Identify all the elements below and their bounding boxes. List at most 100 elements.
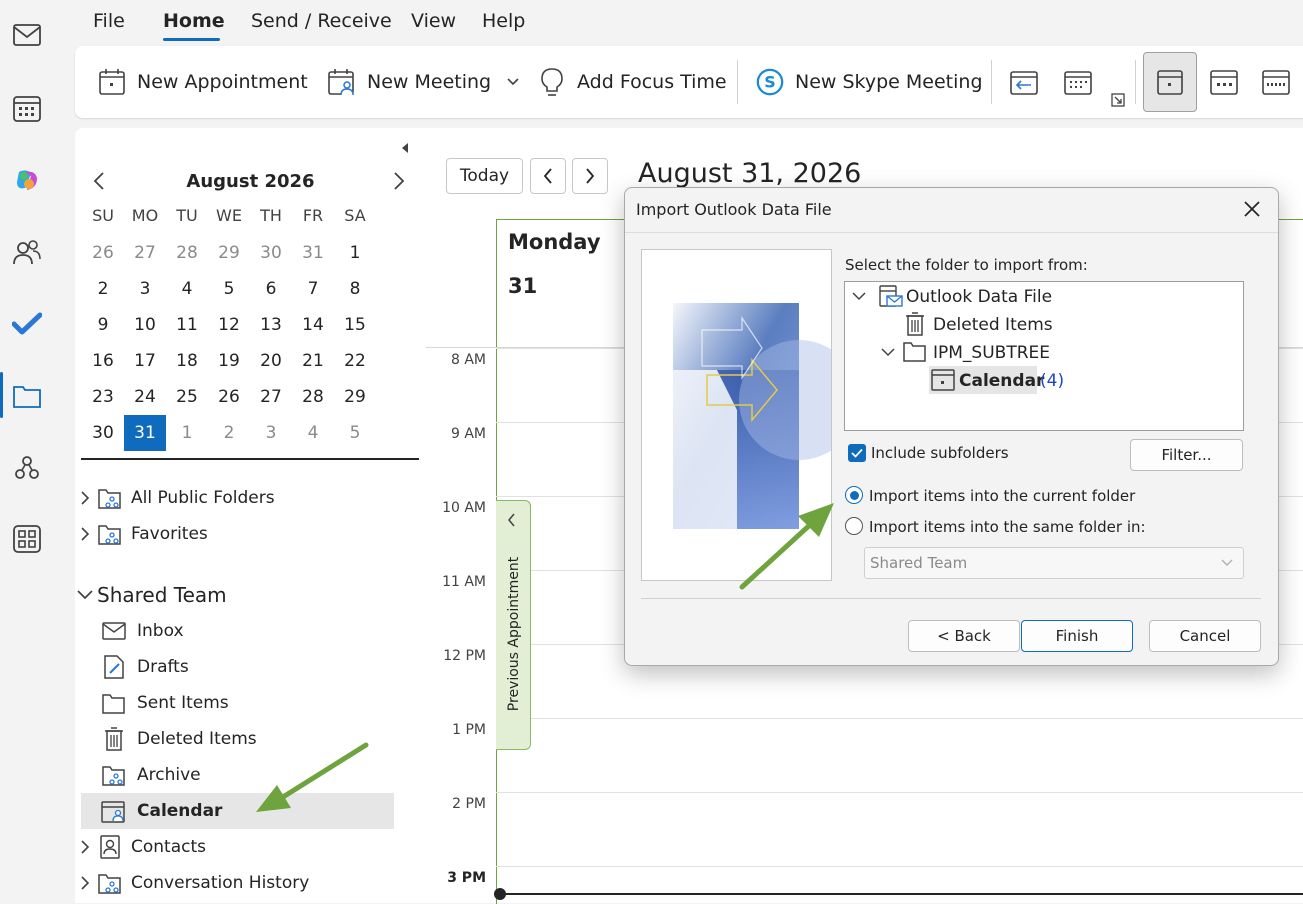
mini-calendar-day[interactable]: 9 xyxy=(82,307,124,343)
menu-help[interactable]: Help xyxy=(482,10,525,32)
mini-calendar-day[interactable]: 27 xyxy=(124,235,166,271)
menu-send-receive[interactable]: Send / Receive xyxy=(251,10,392,32)
apps-icon[interactable] xyxy=(10,522,44,556)
chevron-right-icon[interactable] xyxy=(75,876,95,890)
mini-calendar-day[interactable]: 4 xyxy=(166,271,208,307)
mini-calendar-day[interactable]: 22 xyxy=(334,343,376,379)
include-subfolders-checkbox[interactable] xyxy=(848,444,866,462)
chevron-down-icon[interactable] xyxy=(507,78,519,86)
collapse-pane-icon[interactable] xyxy=(400,142,410,154)
mini-calendar-day[interactable]: 6 xyxy=(250,271,292,307)
mini-calendar-day[interactable]: 26 xyxy=(208,379,250,415)
folder-drafts[interactable]: Drafts xyxy=(99,649,439,685)
mini-calendar-day[interactable]: 19 xyxy=(208,343,250,379)
mini-calendar-day[interactable]: 30 xyxy=(250,235,292,271)
folder-contacts[interactable]: Contacts xyxy=(75,829,415,865)
dialog-launcher-icon[interactable] xyxy=(1111,93,1125,107)
menu-file[interactable]: File xyxy=(93,10,125,32)
day-view-button[interactable] xyxy=(1143,52,1197,112)
menu-home[interactable]: Home xyxy=(163,10,225,32)
go-to-today-button[interactable] xyxy=(1009,46,1039,118)
mini-calendar-day[interactable]: 17 xyxy=(124,343,166,379)
new-skype-meeting-button[interactable]: S New Skype Meeting xyxy=(755,46,983,118)
mini-calendar-day[interactable]: 8 xyxy=(334,271,376,307)
mini-calendar-day[interactable]: 11 xyxy=(166,307,208,343)
mini-calendar-day[interactable]: 27 xyxy=(250,379,292,415)
mini-calendar-day[interactable]: 30 xyxy=(82,415,124,451)
mini-calendar-day[interactable]: 13 xyxy=(250,307,292,343)
next-7-days-button[interactable] xyxy=(1063,46,1093,118)
week-view-button[interactable] xyxy=(1261,46,1291,118)
mini-calendar-day[interactable]: 23 xyxy=(82,379,124,415)
chevron-right-icon[interactable] xyxy=(75,527,95,541)
chevron-right-icon[interactable] xyxy=(75,840,95,854)
mini-calendar-day[interactable]: 16 xyxy=(82,343,124,379)
mini-calendar-day[interactable]: 1 xyxy=(166,415,208,451)
mini-calendar-day[interactable]: 29 xyxy=(334,379,376,415)
mini-calendar-day[interactable]: 18 xyxy=(166,343,208,379)
finish-button[interactable]: Finish xyxy=(1021,620,1133,652)
chevron-right-icon[interactable] xyxy=(75,491,95,505)
folder-all-public-folders[interactable]: All Public Folders xyxy=(75,480,415,516)
cancel-button[interactable]: Cancel xyxy=(1149,620,1261,652)
mini-calendar-day[interactable]: 7 xyxy=(292,271,334,307)
folder-shared-team[interactable]: Shared Team xyxy=(75,577,415,613)
mini-calendar-day[interactable]: 3 xyxy=(124,271,166,307)
back-button[interactable]: < Back xyxy=(908,620,1020,652)
radio-current-folder[interactable] xyxy=(845,486,863,504)
folder-favorites[interactable]: Favorites xyxy=(75,516,415,552)
mini-calendar-day[interactable]: 4 xyxy=(292,415,334,451)
mini-calendar-day[interactable]: 31 xyxy=(292,235,334,271)
chevron-down-icon[interactable] xyxy=(852,292,866,301)
menu-view[interactable]: View xyxy=(411,10,456,32)
mini-calendar-day[interactable]: 25 xyxy=(166,379,208,415)
mini-calendar-day[interactable]: 14 xyxy=(292,307,334,343)
people-icon[interactable] xyxy=(10,235,44,269)
tree-calendar-label[interactable]: Calendar xyxy=(959,371,1044,391)
next-month-icon[interactable] xyxy=(393,172,405,190)
mini-calendar-day[interactable]: 5 xyxy=(208,271,250,307)
folder-inbox[interactable]: Inbox xyxy=(99,613,439,649)
folder-conversation-history[interactable]: Conversation History xyxy=(75,865,415,901)
mini-calendar-day-selected[interactable]: 31 xyxy=(124,415,166,451)
mini-calendar-day[interactable]: 24 xyxy=(124,379,166,415)
previous-day-button[interactable] xyxy=(530,158,566,194)
mini-calendar-day[interactable]: 5 xyxy=(334,415,376,451)
tree-ipm-label[interactable]: IPM_SUBTREE xyxy=(933,343,1050,363)
tree-deleted-label[interactable]: Deleted Items xyxy=(933,315,1053,335)
mini-calendar-day[interactable]: 2 xyxy=(208,415,250,451)
chevron-down-icon[interactable] xyxy=(881,348,895,357)
mini-calendar-day[interactable]: 12 xyxy=(208,307,250,343)
tree-root-label[interactable]: Outlook Data File xyxy=(906,287,1052,307)
mini-calendar-day[interactable]: 29 xyxy=(208,235,250,271)
close-icon[interactable] xyxy=(1243,200,1261,218)
mail-icon[interactable] xyxy=(10,18,44,52)
mini-calendar-day[interactable]: 3 xyxy=(250,415,292,451)
previous-appointment-tab[interactable]: Previous Appointment xyxy=(496,500,531,750)
copilot-icon[interactable] xyxy=(10,163,44,197)
today-button[interactable]: Today xyxy=(446,158,523,194)
mini-calendar-day[interactable]: 28 xyxy=(292,379,334,415)
mini-calendar-day[interactable]: 21 xyxy=(292,343,334,379)
mini-calendar-day[interactable]: 1 xyxy=(334,235,376,271)
todo-icon[interactable] xyxy=(10,307,44,341)
chevron-down-icon[interactable] xyxy=(75,590,95,600)
work-week-view-button[interactable] xyxy=(1209,46,1239,118)
mini-calendar-day[interactable]: 2 xyxy=(82,271,124,307)
calendar-icon[interactable] xyxy=(10,91,44,125)
filter-button[interactable]: Filter... xyxy=(1130,439,1243,471)
mini-calendar-day[interactable]: 26 xyxy=(82,235,124,271)
radio-same-folder[interactable] xyxy=(845,517,863,535)
add-focus-time-button[interactable]: Add Focus Time xyxy=(537,46,727,118)
next-day-button[interactable] xyxy=(572,158,608,194)
groups-icon[interactable] xyxy=(10,451,44,485)
mini-calendar-day[interactable]: 15 xyxy=(334,307,376,343)
folders-icon[interactable] xyxy=(10,379,44,413)
folder-archive[interactable]: Archive xyxy=(99,757,439,793)
mini-calendar-day[interactable]: 10 xyxy=(124,307,166,343)
mini-calendar-day[interactable]: 20 xyxy=(250,343,292,379)
folder-tree[interactable]: Outlook Data File Deleted Items IPM_SUBT… xyxy=(844,281,1244,431)
folder-calendar[interactable]: Calendar xyxy=(81,793,394,829)
folder-sent-items[interactable]: Sent Items xyxy=(99,685,439,721)
new-appointment-button[interactable]: New Appointment xyxy=(97,46,308,118)
